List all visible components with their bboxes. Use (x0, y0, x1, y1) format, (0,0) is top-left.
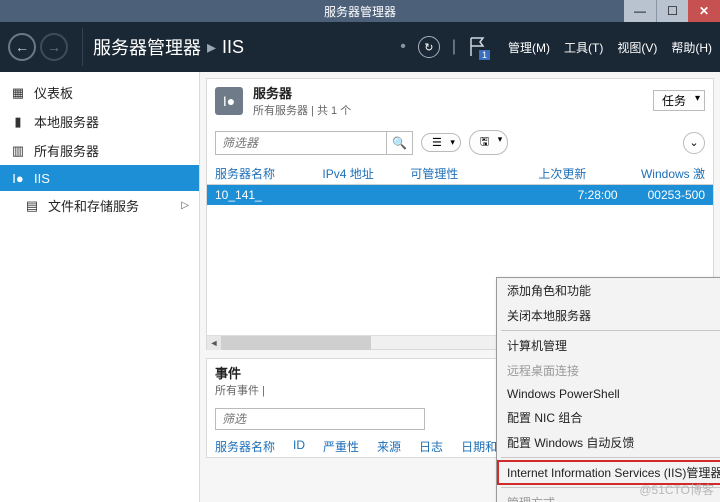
tasks-dropdown[interactable]: 任务 (653, 90, 705, 111)
breadcrumb-root[interactable]: 服务器管理器 (93, 34, 201, 60)
events-search-input[interactable] (216, 409, 386, 429)
storage-icon: ▤ (24, 198, 40, 214)
sidebar-item-local-server[interactable]: ▮ 本地服务器 (0, 107, 199, 136)
ev-col-source[interactable]: 来源 (377, 438, 401, 455)
servers-header-icon: I● (215, 87, 243, 115)
menu-help[interactable]: 帮助(H) (671, 39, 712, 56)
menu-bar: 管理(M) 工具(T) 视图(V) 帮助(H) (508, 39, 712, 56)
window-title: 服务器管理器 (0, 3, 720, 20)
cm-powershell[interactable]: Windows PowerShell (497, 383, 720, 405)
sidebar-item-label: 文件和存储服务 (48, 196, 139, 215)
ev-col-id[interactable]: ID (293, 438, 305, 455)
sidebar-item-label: 本地服务器 (34, 112, 99, 131)
col-last-update[interactable]: 上次更新 (538, 165, 621, 182)
back-button[interactable]: ← (8, 33, 36, 61)
server-row[interactable]: 10_141_ 7:28:00 00253-500 (207, 184, 713, 205)
cm-shutdown[interactable]: 关闭本地服务器 (497, 303, 720, 328)
cm-separator (501, 330, 720, 331)
sidebar-item-label: IIS (34, 171, 50, 186)
events-search-box (215, 408, 425, 430)
bullet-icon: • (400, 38, 406, 56)
servers-header: I● 服务器 所有服务器 | 共 1 个 任务 (207, 79, 713, 122)
sidebar-item-iis[interactable]: I● IIS (0, 165, 199, 191)
watermark: @51CTO博客 (639, 481, 714, 498)
iis-icon: I● (10, 170, 26, 186)
chevron-right-icon: ▷ (181, 200, 189, 211)
cm-rdp: 远程桌面连接 (497, 358, 720, 383)
sidebar-item-dashboard[interactable]: ▦ 仪表板 (0, 78, 199, 107)
maximize-button[interactable]: ☐ (656, 0, 688, 22)
cm-add-roles[interactable]: 添加角色和功能 (497, 278, 720, 303)
col-manageability[interactable]: 可管理性 (410, 165, 478, 182)
col-activation[interactable]: Windows 激 (641, 165, 705, 182)
search-box: 🔍 (215, 131, 413, 155)
pipe-icon: | (452, 38, 456, 56)
expand-button[interactable]: ⌄ (683, 132, 705, 154)
ev-col-severity[interactable]: 严重性 (323, 438, 359, 455)
events-title: 事件 (215, 363, 265, 382)
nav-right: • ↻ | 1 管理(M) 工具(T) 视图(V) 帮助(H) (400, 36, 712, 58)
servers-subtitle: 所有服务器 | 共 1 个 (253, 102, 351, 118)
col-ipv4[interactable]: IPv4 地址 (322, 165, 390, 182)
menu-tools[interactable]: 工具(T) (564, 39, 603, 56)
events-header-titles: 事件 所有事件 | (215, 363, 265, 398)
cell-server-name: 10_141_ (215, 188, 305, 202)
notification-count: 1 (479, 50, 490, 60)
scrollbar-thumb[interactable] (221, 336, 371, 350)
forward-button[interactable]: → (40, 33, 68, 61)
breadcrumb: 服务器管理器 ▸ IIS (93, 34, 244, 60)
servers-filter-row: 🔍 ☰ 🖫 ⌄ (207, 122, 713, 163)
ev-col-name[interactable]: 服务器名称 (215, 438, 275, 455)
search-input[interactable] (216, 133, 386, 153)
search-icon[interactable]: 🔍 (386, 132, 412, 154)
close-button[interactable]: ✕ (688, 0, 720, 22)
save-dropdown[interactable]: 🖫 (469, 130, 508, 155)
view-dropdown[interactable]: ☰ (421, 133, 461, 152)
cm-separator (501, 457, 720, 458)
minimize-button[interactable]: — (624, 0, 656, 22)
workspace: ▦ 仪表板 ▮ 本地服务器 ▥ 所有服务器 I● IIS ▤ 文件和存储服务 ▷… (0, 72, 720, 502)
nav-bar: ← → 服务器管理器 ▸ IIS • ↻ | 1 管理(M) 工具(T) 视图(… (0, 22, 720, 72)
cm-computer-mgmt[interactable]: 计算机管理 (497, 333, 720, 358)
events-subtitle: 所有事件 | (215, 382, 265, 398)
sidebar: ▦ 仪表板 ▮ 本地服务器 ▥ 所有服务器 I● IIS ▤ 文件和存储服务 ▷ (0, 72, 200, 502)
servers-icon: ▥ (10, 143, 26, 159)
breadcrumb-page[interactable]: IIS (222, 37, 244, 58)
cell-blank (325, 188, 558, 202)
notifications-flag[interactable]: 1 (468, 36, 486, 58)
ev-col-log[interactable]: 日志 (419, 438, 443, 455)
cm-feedback[interactable]: 配置 Windows 自动反馈 (497, 430, 720, 455)
context-menu: 添加角色和功能 关闭本地服务器 计算机管理 远程桌面连接 Windows Pow… (496, 277, 720, 502)
sidebar-item-all-servers[interactable]: ▥ 所有服务器 (0, 136, 199, 165)
servers-column-header: 服务器名称 IPv4 地址 可管理性 上次更新 Windows 激 (207, 163, 713, 184)
dashboard-icon: ▦ (10, 85, 26, 101)
menu-manage[interactable]: 管理(M) (508, 39, 550, 56)
cell-activation: 00253-500 (648, 188, 705, 202)
cm-nic[interactable]: 配置 NIC 组合 (497, 405, 720, 430)
server-icon: ▮ (10, 114, 26, 130)
nav-separator (82, 28, 83, 66)
sidebar-item-label: 所有服务器 (34, 141, 99, 160)
refresh-button[interactable]: ↻ (418, 36, 440, 58)
scroll-left-icon[interactable]: ◄ (207, 336, 221, 350)
main-area: I● 服务器 所有服务器 | 共 1 个 任务 🔍 ☰ 🖫 ⌄ 服务器名称 IP… (200, 72, 720, 502)
window-buttons: — ☐ ✕ (624, 0, 720, 22)
chevron-right-icon: ▸ (207, 37, 216, 58)
menu-view[interactable]: 视图(V) (617, 39, 657, 56)
title-bar: 服务器管理器 — ☐ ✕ (0, 0, 720, 22)
cell-time: 7:28:00 (578, 188, 618, 202)
sidebar-item-file-storage[interactable]: ▤ 文件和存储服务 ▷ (0, 191, 199, 220)
servers-header-titles: 服务器 所有服务器 | 共 1 个 (253, 83, 351, 118)
sidebar-item-label: 仪表板 (34, 83, 73, 102)
col-server-name[interactable]: 服务器名称 (215, 165, 302, 182)
servers-title: 服务器 (253, 83, 351, 102)
